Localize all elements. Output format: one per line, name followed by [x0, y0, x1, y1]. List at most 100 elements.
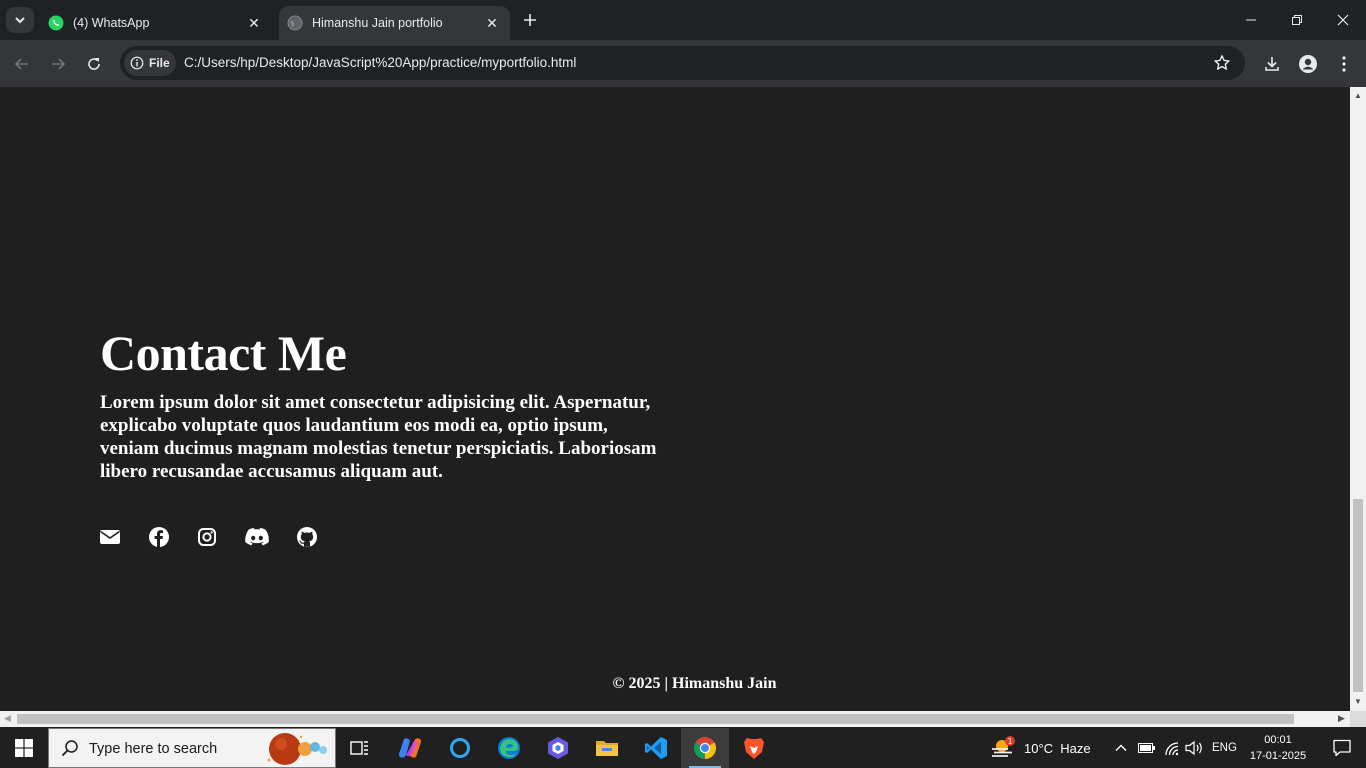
reload-button[interactable]	[80, 50, 108, 78]
scroll-up-arrow-icon[interactable]: ▲	[1354, 91, 1362, 100]
minimize-button[interactable]	[1228, 0, 1274, 40]
start-button[interactable]	[0, 728, 48, 768]
edge-button[interactable]	[485, 728, 533, 768]
discord-icon	[245, 528, 269, 546]
arrow-left-icon	[14, 58, 28, 70]
battery-indicator[interactable]	[1138, 728, 1156, 768]
hexagon-app-icon	[548, 737, 568, 759]
tab-portfolio[interactable]: Himanshu Jain portfolio ✕	[279, 6, 510, 40]
brave-lion-icon	[744, 738, 764, 759]
address-bar[interactable]: File C:/Users/hp/Desktop/JavaScript%20Ap…	[120, 46, 1245, 80]
browser-toolbar: File C:/Users/hp/Desktop/JavaScript%20Ap…	[0, 40, 1366, 87]
download-icon	[1265, 57, 1279, 71]
chevron-up-icon	[1115, 744, 1127, 751]
volume-indicator[interactable]	[1185, 728, 1205, 768]
new-tab-button[interactable]	[518, 8, 542, 32]
battery-icon	[1138, 743, 1155, 753]
forward-button[interactable]	[44, 50, 72, 78]
instagram-link[interactable]	[197, 527, 217, 547]
task-view-button[interactable]	[336, 728, 384, 768]
plus-icon	[524, 14, 536, 26]
facebook-link[interactable]	[149, 527, 169, 547]
scroll-right-arrow-icon[interactable]: ▶	[1338, 713, 1345, 724]
search-icon	[61, 740, 78, 757]
speaker-icon	[1185, 740, 1202, 756]
scroll-left-arrow-icon[interactable]: ◀	[4, 713, 11, 724]
cortana-button[interactable]	[436, 728, 484, 768]
minimize-icon	[1246, 19, 1256, 21]
star-icon	[1214, 55, 1230, 70]
profile-button[interactable]	[1296, 52, 1320, 76]
page-viewport: Contact Me Lorem ipsum dolor sit amet co…	[0, 87, 1350, 711]
weather-haze-icon: 1	[992, 736, 1015, 757]
vscode-button[interactable]	[632, 728, 680, 768]
social-links	[100, 527, 345, 547]
close-icon	[1337, 14, 1349, 26]
url-text[interactable]: C:/Users/hp/Desktop/JavaScript%20App/pra…	[184, 55, 576, 70]
input-language[interactable]: ENG	[1212, 728, 1237, 768]
copilot-button[interactable]	[386, 728, 434, 768]
clock-date: 17-01-2025	[1249, 750, 1307, 762]
chrome-button[interactable]	[681, 728, 729, 768]
tab-title: Himanshu Jain portfolio	[312, 16, 443, 30]
contact-heading: Contact Me	[100, 325, 347, 381]
restore-icon	[1292, 15, 1302, 25]
windows-logo-icon	[15, 739, 33, 757]
chrome-icon	[694, 737, 716, 759]
discord-link[interactable]	[245, 527, 269, 547]
tab-title: (4) WhatsApp	[73, 16, 150, 30]
tab-strip: (4) WhatsApp ✕ Himanshu Jain portfolio ✕	[0, 0, 1366, 40]
scrollbar-thumb[interactable]	[17, 714, 1294, 724]
facebook-icon	[149, 527, 169, 547]
github-icon	[297, 527, 317, 547]
system-clock[interactable]: 00:01 17-01-2025	[1242, 732, 1314, 764]
scroll-down-arrow-icon[interactable]: ▼	[1354, 697, 1362, 706]
weather-text: 10°C Haze	[1024, 740, 1091, 756]
notifications-button[interactable]	[1318, 728, 1366, 768]
scrollbar-corner	[1350, 711, 1366, 727]
file-explorer-button[interactable]	[583, 728, 631, 768]
more-vert-icon	[1342, 56, 1346, 72]
email-link[interactable]	[100, 527, 120, 547]
instagram-icon	[198, 528, 216, 546]
copilot-app-button[interactable]	[534, 728, 582, 768]
envelope-icon	[100, 530, 120, 544]
bookmark-button[interactable]	[1213, 54, 1231, 77]
arrow-right-icon	[52, 58, 66, 70]
downloads-button[interactable]	[1260, 52, 1284, 76]
tab-close-icon[interactable]: ✕	[482, 13, 502, 33]
info-icon	[130, 56, 144, 70]
notification-icon	[1333, 739, 1351, 757]
chevron-down-icon	[15, 17, 25, 24]
close-window-button[interactable]	[1320, 0, 1366, 40]
language-label: ENG	[1212, 742, 1237, 754]
weather-badge: 1	[1007, 737, 1012, 746]
tab-close-icon[interactable]: ✕	[244, 13, 264, 33]
network-indicator[interactable]	[1163, 728, 1181, 768]
brave-button[interactable]	[730, 728, 778, 768]
menu-button[interactable]	[1332, 52, 1356, 76]
taskbar-search[interactable]: Type here to search	[48, 728, 336, 768]
show-hidden-icons-button[interactable]	[1114, 728, 1128, 768]
back-button[interactable]	[8, 50, 36, 78]
search-highlight-art-icon	[267, 733, 327, 765]
scrollbar-thumb[interactable]	[1353, 499, 1363, 692]
weather-widget[interactable]: 1 10°C Haze	[990, 728, 1091, 768]
clock-time: 00:01	[1264, 734, 1292, 746]
task-view-icon	[350, 741, 368, 755]
restore-button[interactable]	[1274, 0, 1320, 40]
contact-body: Lorem ipsum dolor sit amet consectetur a…	[100, 392, 657, 482]
site-info-chip[interactable]: File	[124, 50, 176, 76]
wifi-icon	[1165, 742, 1179, 756]
vertical-scrollbar[interactable]: ▲ ▼	[1350, 87, 1366, 711]
copilot-icon	[399, 738, 421, 758]
github-link[interactable]	[297, 527, 317, 547]
horizontal-scrollbar[interactable]: ◀ ▶	[0, 711, 1350, 727]
footer-copyright: © 2025 | Himanshu Jain	[612, 675, 777, 692]
edge-icon	[498, 737, 520, 759]
globe-icon	[287, 15, 303, 31]
search-placeholder: Type here to search	[89, 741, 218, 757]
reload-icon	[88, 58, 100, 70]
tab-search-button[interactable]	[6, 7, 34, 33]
tab-whatsapp[interactable]: (4) WhatsApp ✕	[40, 6, 272, 40]
